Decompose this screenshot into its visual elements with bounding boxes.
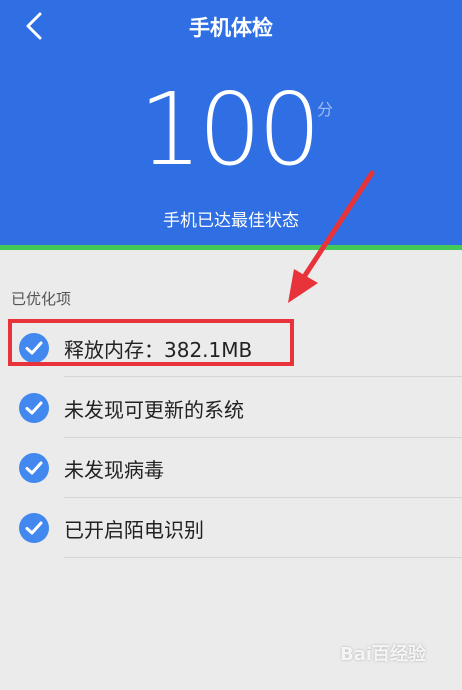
check-circle-icon [19,393,49,423]
divider [64,557,462,558]
page-title: 手机体检 [189,16,273,40]
annotation-arrow [288,170,375,303]
header-accent-line [0,245,462,250]
section-title: 已优化项 [11,290,72,308]
divider [64,376,462,377]
watermark: Bai百经验 [340,644,427,665]
check-circle-icon [19,453,49,483]
list-item-label: 已开启陌电识别 [64,518,204,542]
header: 手机体检 100 分 手机已达最佳状态 [0,0,462,245]
list-item-label: 未发现病毒 [64,458,164,482]
list-item-virus[interactable]: 未发现病毒 [0,438,462,498]
list-item-caller-id[interactable]: 已开启陌电识别 [0,498,462,558]
list-item-system-update[interactable]: 未发现可更新的系统 [0,378,462,438]
check-circle-icon [19,513,49,543]
list-item-label: 未发现可更新的系统 [64,398,244,422]
score-unit: 分 [317,100,334,119]
highlight-box [8,319,294,366]
status-text: 手机已达最佳状态 [163,211,299,231]
